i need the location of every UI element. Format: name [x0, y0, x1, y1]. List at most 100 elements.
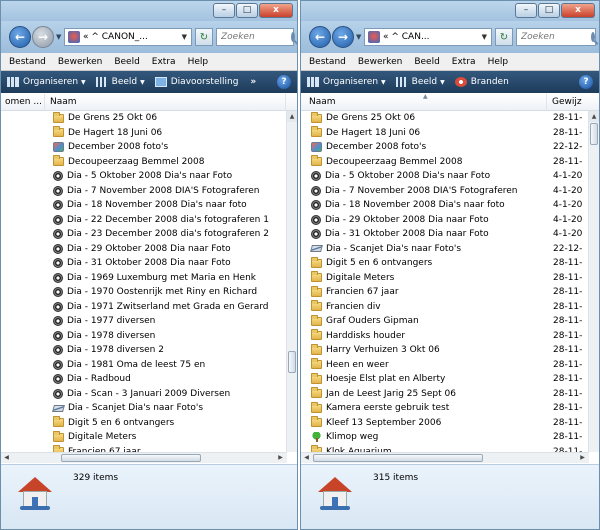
list-item[interactable]: Dia - 1981 Oma de leest 75 en: [1, 358, 286, 373]
title-bar[interactable]: – □ x: [301, 1, 599, 21]
list-item[interactable]: Dia - 1978 diversen 2: [1, 343, 286, 358]
menu-beeld[interactable]: Beeld: [114, 57, 139, 67]
list-item[interactable]: De Grens 25 Okt 06 28-11-: [301, 111, 589, 126]
horizontal-scrollbar-thumb[interactable]: [313, 454, 483, 462]
address-dropdown-icon[interactable]: ▼: [478, 33, 491, 41]
list-item[interactable]: Graf Ouders Gipman 28-11-: [301, 314, 589, 329]
list-item[interactable]: Heen en weer 28-11-: [301, 358, 589, 373]
list-item[interactable]: Dia - 31 Oktober 2008 Dia naar Foto: [1, 256, 286, 271]
list-item[interactable]: Dia - 29 Oktober 2008 Dia naar Foto: [1, 242, 286, 257]
recent-pages-dropdown-icon[interactable]: ▼: [356, 33, 361, 41]
list-item[interactable]: Dia - 5 Oktober 2008 Dia's naar Foto 4-1-…: [301, 169, 589, 184]
list-item[interactable]: Digit 5 en 6 ontvangers: [1, 416, 286, 431]
list-item[interactable]: Decoupeerzaag Bemmel 2008 28-11-: [301, 155, 589, 170]
menu-bewerken[interactable]: Bewerken: [358, 57, 402, 67]
scrollbar-thumb[interactable]: [288, 351, 296, 373]
slideshow-button[interactable]: Diavoorstelling: [154, 77, 238, 87]
search-input[interactable]: [521, 32, 591, 42]
address-dropdown-icon[interactable]: ▼: [178, 33, 191, 41]
list-item[interactable]: Dia - 29 Oktober 2008 Dia naar Foto 4-1-2…: [301, 213, 589, 228]
menu-bestand[interactable]: Bestand: [9, 57, 46, 67]
list-item[interactable]: Digit 5 en 6 ontvangers 28-11-: [301, 256, 589, 271]
list-item[interactable]: Dia - 1970 Oostenrijk met Riny en Richar…: [1, 285, 286, 300]
list-item[interactable]: Klimop weg 28-11-: [301, 430, 589, 445]
search-input[interactable]: [221, 32, 291, 42]
menu-bestand[interactable]: Bestand: [309, 57, 346, 67]
organize-button[interactable]: Organiseren ▼: [7, 77, 86, 87]
scroll-left-icon[interactable]: ◀: [1, 453, 12, 463]
forward-arrow-icon[interactable]: →: [32, 26, 54, 48]
list-item[interactable]: Decoupeerzaag Bemmel 2008: [1, 155, 286, 170]
menu-extra[interactable]: Extra: [152, 57, 176, 67]
burn-button[interactable]: Branden: [454, 77, 509, 87]
views-button[interactable]: Beeld ▼: [395, 77, 445, 87]
horizontal-scrollbar[interactable]: ◀ ▶: [1, 452, 287, 463]
minimize-button[interactable]: –: [213, 3, 235, 18]
back-arrow-icon[interactable]: ←: [309, 26, 331, 48]
list-item[interactable]: Dia - 7 November 2008 DIA'S Fotograferen: [1, 184, 286, 199]
refresh-icon[interactable]: ↻: [195, 28, 213, 46]
column-header-opgenomen[interactable]: omen ...: [1, 94, 45, 111]
search-box[interactable]: [216, 28, 295, 46]
more-commands-icon[interactable]: »: [250, 77, 256, 87]
list-item[interactable]: Dia - 18 November 2008 Dia's naar foto: [1, 198, 286, 213]
list-item[interactable]: Kamera eerste gebruik test 28-11-: [301, 401, 589, 416]
search-icon[interactable]: [291, 32, 295, 42]
address-bar[interactable]: « ^ CANON_... ▼: [64, 28, 192, 46]
list-item[interactable]: Dia - 31 Oktober 2008 Dia naar Foto 4-1-2…: [301, 227, 589, 242]
list-item[interactable]: Dia - 7 November 2008 DIA'S Fotograferen…: [301, 184, 589, 199]
refresh-icon[interactable]: ↻: [495, 28, 513, 46]
list-item[interactable]: De Hagert 18 Juni 06 28-11-: [301, 126, 589, 141]
list-item[interactable]: Dia - 18 November 2008 Dia's naar foto 4-…: [301, 198, 589, 213]
list-item[interactable]: Dia - 1977 diversen: [1, 314, 286, 329]
list-item[interactable]: De Grens 25 Okt 06: [1, 111, 286, 126]
list-item[interactable]: Dia - 23 December 2008 dia's fotografere…: [1, 227, 286, 242]
list-item[interactable]: De Hagert 18 Juni 06: [1, 126, 286, 141]
scroll-right-icon[interactable]: ▶: [577, 453, 588, 463]
menu-extra[interactable]: Extra: [452, 57, 476, 67]
column-header-naam[interactable]: Naam: [46, 94, 286, 111]
list-item[interactable]: Jan de Leest Jarig 25 Sept 06 28-11-: [301, 387, 589, 402]
scroll-left-icon[interactable]: ◀: [301, 453, 312, 463]
menu-beeld[interactable]: Beeld: [414, 57, 439, 67]
list-item[interactable]: Dia - 22 December 2008 dia's fotografere…: [1, 213, 286, 228]
back-arrow-icon[interactable]: ←: [9, 26, 31, 48]
list-item[interactable]: Dia - 1978 diversen: [1, 329, 286, 344]
address-bar[interactable]: « ^ CAN... ▼: [364, 28, 492, 46]
list-item[interactable]: Dia - Radboud: [1, 372, 286, 387]
minimize-button[interactable]: –: [515, 3, 537, 18]
title-bar[interactable]: – □ x: [1, 1, 297, 21]
list-item[interactable]: Dia - Scan - 3 Januari 2009 Diversen: [1, 387, 286, 402]
menu-help[interactable]: Help: [488, 57, 509, 67]
list-item[interactable]: Dia - Scanjet Dia's naar Foto's 22-12-: [301, 242, 589, 257]
vertical-scrollbar[interactable]: ▲: [588, 111, 599, 452]
list-item[interactable]: Dia - 5 Oktober 2008 Dia's naar Foto: [1, 169, 286, 184]
list-item[interactable]: Dia - 1969 Luxemburg met Maria en Henk: [1, 271, 286, 286]
search-icon[interactable]: [591, 32, 595, 42]
scroll-up-icon[interactable]: ▲: [287, 111, 297, 122]
list-item[interactable]: Dia - Scanjet Dia's naar Foto's: [1, 401, 286, 416]
maximize-button[interactable]: □: [236, 3, 258, 18]
close-button[interactable]: x: [259, 3, 293, 18]
list-item[interactable]: Harddisks houder 28-11-: [301, 329, 589, 344]
list-item[interactable]: Dia - 1971 Zwitserland met Grada en Gera…: [1, 300, 286, 315]
list-item[interactable]: Hoesje Elst plat en Alberty 28-11-: [301, 372, 589, 387]
views-button[interactable]: Beeld ▼: [95, 77, 145, 87]
maximize-button[interactable]: □: [538, 3, 560, 18]
list-item[interactable]: Digitale Meters 28-11-: [301, 271, 589, 286]
list-item[interactable]: December 2008 foto's 22-12-: [301, 140, 589, 155]
help-icon[interactable]: ?: [579, 75, 593, 89]
list-item[interactable]: Francien div 28-11-: [301, 300, 589, 315]
horizontal-scrollbar-thumb[interactable]: [61, 454, 201, 462]
scrollbar-thumb[interactable]: [590, 123, 598, 145]
organize-button[interactable]: Organiseren ▼: [307, 77, 386, 87]
vertical-scrollbar[interactable]: ▲: [286, 111, 297, 452]
column-header-gewijzigd[interactable]: Gewijz: [548, 94, 599, 111]
menu-bewerken[interactable]: Bewerken: [58, 57, 102, 67]
horizontal-scrollbar[interactable]: ◀ ▶: [301, 452, 589, 463]
close-button[interactable]: x: [561, 3, 595, 18]
scroll-right-icon[interactable]: ▶: [275, 453, 286, 463]
list-item[interactable]: Kleef 13 September 2006 28-11-: [301, 416, 589, 431]
menu-help[interactable]: Help: [188, 57, 209, 67]
scroll-up-icon[interactable]: ▲: [589, 111, 599, 122]
